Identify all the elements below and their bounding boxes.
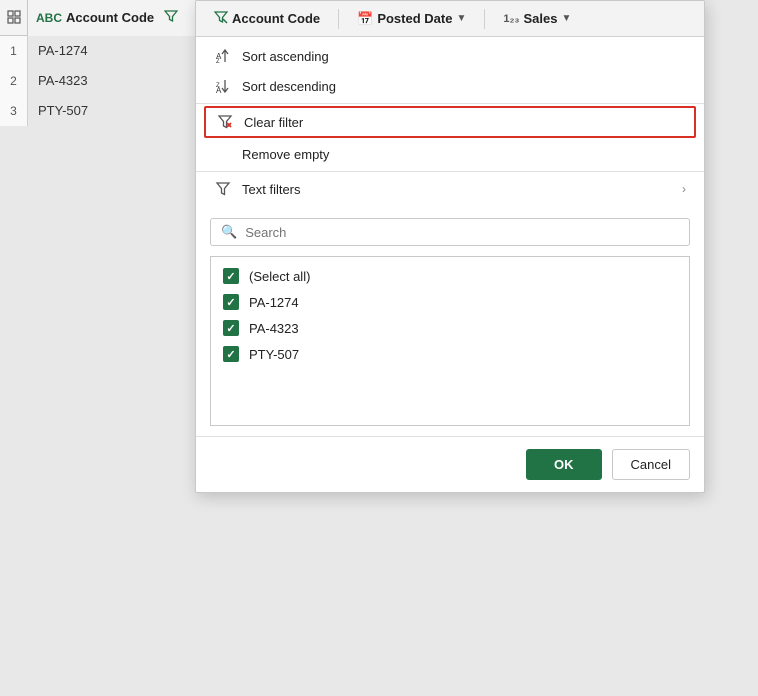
remove-empty-label: Remove empty (214, 147, 686, 162)
filter-icon (214, 10, 228, 27)
dropdown-col-label-account-code: Account Code (232, 11, 320, 26)
checklist-label-pa4323: PA-4323 (249, 321, 299, 336)
chevron-down-icon: ▼ (456, 13, 466, 24)
table-row: 1 PA-1274 (0, 36, 208, 66)
search-icon: 🔍 (221, 224, 237, 240)
sort-desc-icon: Z A (214, 78, 232, 94)
dropdown-col-label-sales: Sales (523, 11, 557, 26)
menu-divider (196, 103, 704, 104)
grid-corner-icon (0, 0, 28, 36)
text-filters-label: Text filters (242, 182, 672, 197)
svg-text:A: A (216, 86, 222, 94)
filter-button-account-code[interactable] (162, 9, 180, 26)
chevron-down-icon-sales: ▼ (561, 13, 571, 24)
clear-filter-label: Clear filter (244, 115, 684, 130)
grid-header: ABC Account Code (0, 0, 208, 36)
sort-asc-label: Sort ascending (242, 49, 686, 64)
sort-desc-label: Sort descending (242, 79, 686, 94)
sort-descending-item[interactable]: Z A Sort descending (196, 71, 704, 101)
dropdown-col-posted-date[interactable]: 📅 Posted Date ▼ (347, 11, 476, 27)
text-icon: ABC (36, 11, 62, 25)
cancel-button[interactable]: Cancel (612, 449, 690, 480)
table-row: 3 PTY-507 (0, 96, 208, 126)
checkbox-pty507[interactable] (223, 346, 239, 362)
text-filters-icon (214, 181, 232, 197)
checklist-label-pty507: PTY-507 (249, 347, 299, 362)
separator (484, 9, 485, 29)
cell-account-code-3: PTY-507 (28, 96, 208, 126)
search-area: 🔍 (196, 208, 704, 250)
table-row: 2 PA-4323 (0, 66, 208, 96)
search-box[interactable]: 🔍 (210, 218, 690, 246)
dropdown-col-sales[interactable]: 1₂₃ Sales ▼ (493, 11, 581, 26)
sort-asc-icon: A Z (214, 48, 232, 64)
clear-filter-icon (216, 114, 234, 130)
text-filters-item[interactable]: Text filters › (196, 174, 704, 204)
cell-account-code-1: PA-1274 (28, 36, 208, 66)
dropdown-col-account-code[interactable]: Account Code (204, 10, 330, 27)
checklist: (Select all) PA-1274 PA-4323 PTY-507 (210, 256, 690, 426)
column-header-account-code[interactable]: ABC Account Code (28, 0, 208, 36)
row-number: 3 (0, 96, 28, 126)
checkbox-pa1274[interactable] (223, 294, 239, 310)
checklist-item-pa1274[interactable]: PA-1274 (211, 289, 689, 315)
dropdown-col-label-posted-date: Posted Date (377, 11, 452, 26)
checklist-item-pty507[interactable]: PTY-507 (211, 341, 689, 367)
column-header-label: Account Code (66, 10, 154, 25)
checkbox-select-all[interactable] (223, 268, 239, 284)
checklist-item-pa4323[interactable]: PA-4323 (211, 315, 689, 341)
ok-button[interactable]: OK (526, 449, 602, 480)
spreadsheet: ABC Account Code 1 PA-1274 2 PA-4323 3 P… (0, 0, 208, 126)
number-icon: 1₂₃ (503, 13, 519, 25)
footer: OK Cancel (196, 436, 704, 492)
dropdown-header: Account Code 📅 Posted Date ▼ 1₂₃ Sales ▼ (196, 1, 704, 37)
separator (338, 9, 339, 29)
menu-divider-2 (196, 171, 704, 172)
checkbox-pa4323[interactable] (223, 320, 239, 336)
checklist-item-select-all[interactable]: (Select all) (211, 263, 689, 289)
remove-empty-item[interactable]: Remove empty (196, 140, 704, 169)
row-number: 2 (0, 66, 28, 96)
chevron-right-icon: › (682, 182, 686, 196)
row-number: 1 (0, 36, 28, 66)
calendar-icon: 📅 (357, 11, 373, 27)
checklist-label-select-all: (Select all) (249, 269, 310, 284)
clear-filter-item[interactable]: Clear filter (204, 106, 696, 138)
sort-ascending-item[interactable]: A Z Sort ascending (196, 41, 704, 71)
search-input[interactable] (245, 225, 679, 240)
cell-account-code-2: PA-4323 (28, 66, 208, 96)
menu-items: A Z Sort ascending Z A (196, 37, 704, 208)
checklist-label-pa1274: PA-1274 (249, 295, 299, 310)
svg-text:Z: Z (216, 59, 220, 64)
filter-dropdown: Account Code 📅 Posted Date ▼ 1₂₃ Sales ▼ (195, 0, 705, 493)
